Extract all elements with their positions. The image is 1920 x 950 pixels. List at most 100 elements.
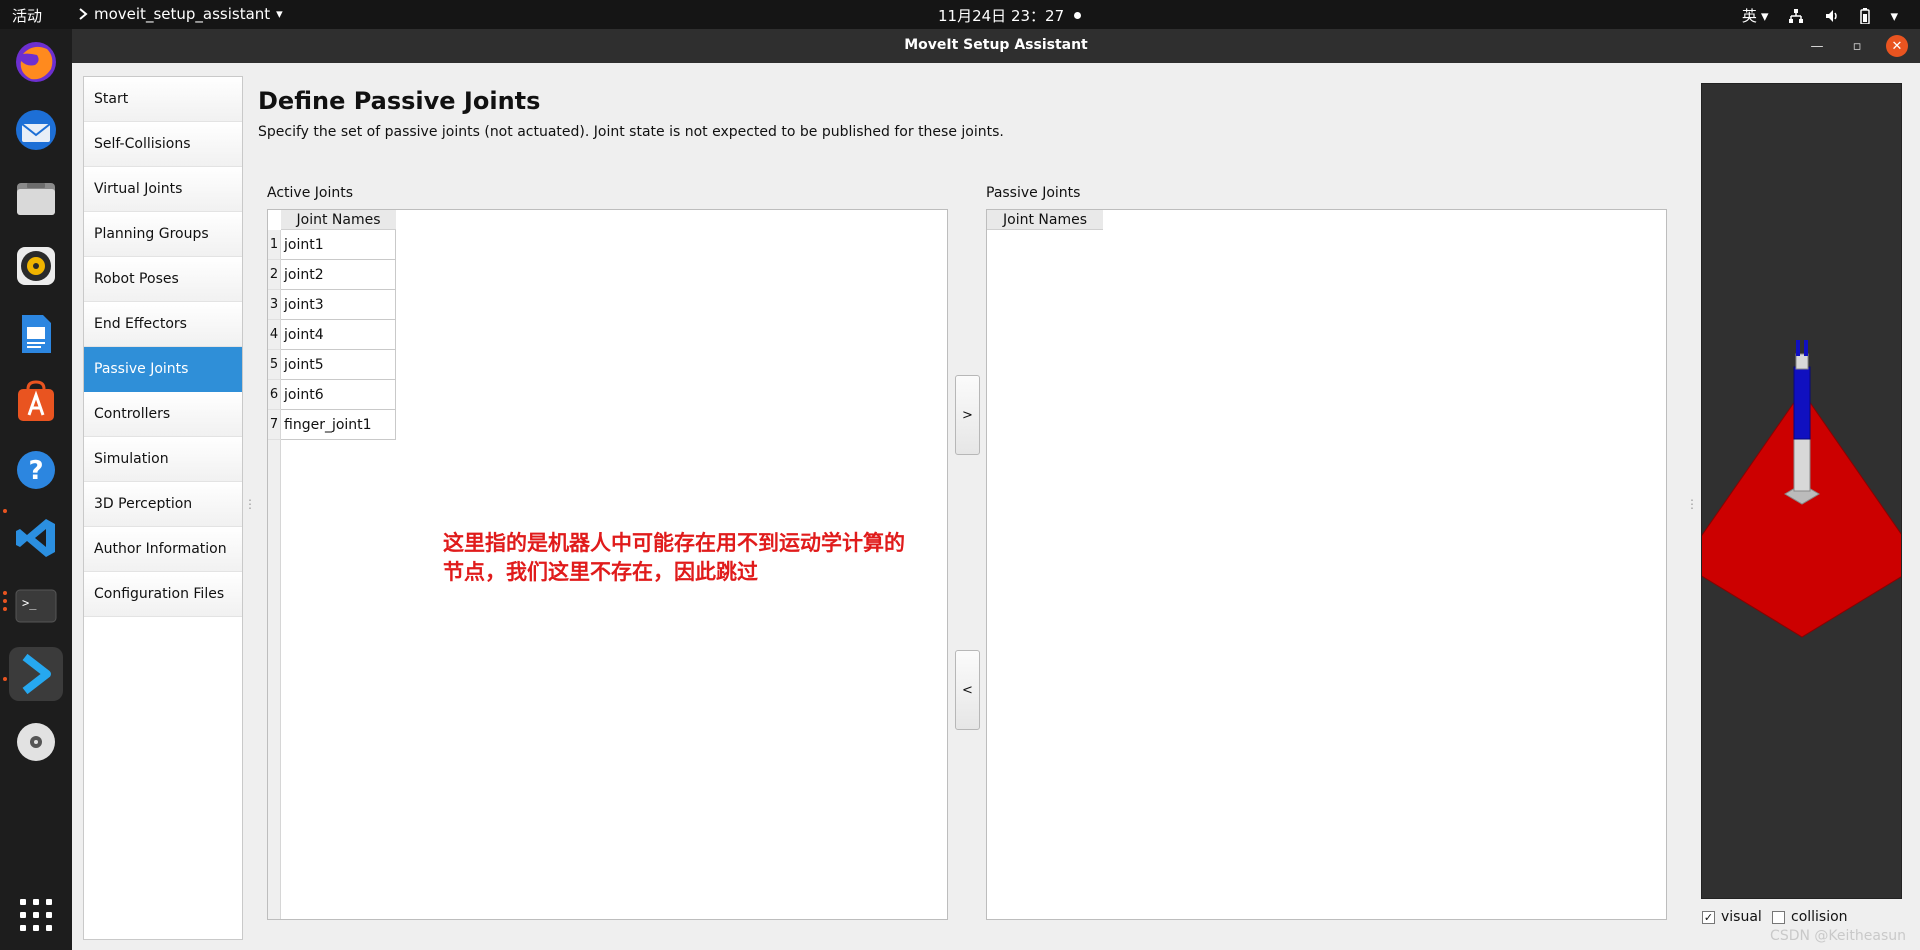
network-icon[interactable] bbox=[1788, 8, 1804, 24]
nav-item-robot-poses[interactable]: Robot Poses bbox=[84, 257, 242, 302]
nav-item-start[interactable]: Start bbox=[84, 77, 242, 122]
rhythmbox-icon[interactable] bbox=[9, 239, 63, 293]
app-menu-label: moveit_setup_assistant bbox=[94, 5, 271, 23]
table-row[interactable]: 1 joint1 bbox=[268, 230, 396, 260]
nav-item-3d-perception[interactable]: 3D Perception bbox=[84, 482, 242, 527]
nav-item-end-effectors[interactable]: End Effectors bbox=[84, 302, 242, 347]
show-applications-icon[interactable] bbox=[20, 899, 52, 931]
nav-item-virtual-joints[interactable]: Virtual Joints bbox=[84, 167, 242, 212]
minimize-icon[interactable]: — bbox=[1806, 35, 1828, 57]
vscode-icon[interactable] bbox=[9, 511, 63, 565]
close-icon[interactable]: ✕ bbox=[1886, 35, 1908, 57]
window-title: MoveIt Setup Assistant bbox=[904, 37, 1088, 53]
power-menu-caret-icon[interactable]: ▾ bbox=[1890, 7, 1898, 25]
row-number: 6 bbox=[268, 380, 281, 410]
moveit-setup-window: MoveIt Setup Assistant — ▫ ✕ Start Self-… bbox=[72, 29, 1920, 950]
window-titlebar[interactable]: MoveIt Setup Assistant — ▫ ✕ bbox=[72, 29, 1920, 63]
table-row[interactable]: 5 joint5 bbox=[268, 350, 396, 380]
table-row[interactable]: 3 joint3 bbox=[268, 290, 396, 320]
passive-joints-label: Passive Joints bbox=[986, 185, 1081, 201]
activities-button[interactable]: 活动 bbox=[12, 5, 42, 26]
visual-checkbox[interactable]: ✓ bbox=[1702, 910, 1715, 924]
terminal-icon[interactable]: >_ bbox=[9, 579, 63, 633]
robot-3d-viewer[interactable] bbox=[1701, 83, 1902, 899]
moveit-assistant-icon[interactable] bbox=[9, 647, 63, 701]
nav-item-self-collisions[interactable]: Self-Collisions bbox=[84, 122, 242, 167]
maximize-icon[interactable]: ▫ bbox=[1846, 35, 1868, 57]
robot-gripper-right bbox=[1804, 340, 1808, 356]
joint-name-cell[interactable]: finger_joint1 bbox=[281, 410, 396, 440]
row-number: 5 bbox=[268, 350, 281, 380]
table-row[interactable]: 2 joint2 bbox=[268, 260, 396, 290]
joint-name-cell[interactable]: joint1 bbox=[281, 230, 396, 260]
annotation-line-1: 这里指的是机器人中可能存在用不到运动学计算的 bbox=[443, 531, 905, 555]
active-joints-label: Active Joints bbox=[267, 185, 353, 201]
joint-name-cell[interactable]: joint4 bbox=[281, 320, 396, 350]
clock[interactable]: 11月24日 23：27 bbox=[938, 5, 1082, 26]
remove-passive-joint-button[interactable]: < bbox=[955, 650, 980, 730]
row-number: 7 bbox=[268, 410, 281, 440]
running-indicator bbox=[3, 607, 7, 611]
nav-item-simulation[interactable]: Simulation bbox=[84, 437, 242, 482]
thunderbird-icon[interactable] bbox=[9, 103, 63, 157]
page-title: Define Passive Joints bbox=[258, 87, 541, 115]
software-center-icon[interactable] bbox=[9, 375, 63, 429]
nav-splitter-handle[interactable]: ⋮ bbox=[244, 497, 256, 511]
visual-label: visual bbox=[1721, 909, 1762, 925]
nav-item-passive-joints[interactable]: Passive Joints bbox=[84, 347, 242, 392]
nav-item-planning-groups[interactable]: Planning Groups bbox=[84, 212, 242, 257]
collision-checkbox[interactable] bbox=[1772, 910, 1785, 924]
row-number: 1 bbox=[268, 230, 281, 260]
joint-name-cell[interactable]: joint2 bbox=[281, 260, 396, 290]
viewer-splitter-handle[interactable]: ⋮ bbox=[1686, 497, 1698, 511]
robot-link-upper bbox=[1795, 353, 1809, 370]
page-description: Specify the set of passive joints (not a… bbox=[258, 124, 1004, 140]
active-joints-column-header[interactable]: Joint Names bbox=[281, 210, 396, 230]
table-row[interactable]: 7 finger_joint1 bbox=[268, 410, 396, 440]
passive-joints-column-header[interactable]: Joint Names bbox=[987, 210, 1103, 230]
row-number: 2 bbox=[268, 260, 281, 290]
disc-icon[interactable] bbox=[9, 715, 63, 769]
input-method-indicator[interactable]: 英 ▾ bbox=[1742, 5, 1769, 26]
firefox-icon[interactable] bbox=[9, 35, 63, 89]
clock-label: 11月24日 23：27 bbox=[938, 7, 1065, 25]
app-chevron-icon bbox=[79, 8, 88, 20]
passive-joints-table[interactable]: Joint Names bbox=[986, 209, 1667, 920]
help-icon[interactable]: ? bbox=[9, 443, 63, 497]
setup-steps-nav: Start Self-Collisions Virtual Joints Pla… bbox=[83, 76, 243, 940]
row-number: 3 bbox=[268, 290, 281, 320]
svg-text:?: ? bbox=[28, 456, 43, 486]
nav-item-configuration-files[interactable]: Configuration Files bbox=[84, 572, 242, 617]
joint-name-cell[interactable]: joint5 bbox=[281, 350, 396, 380]
add-passive-joint-button[interactable]: > bbox=[955, 375, 980, 455]
joint-name-cell[interactable]: joint3 bbox=[281, 290, 396, 320]
running-indicator bbox=[3, 677, 7, 681]
libreoffice-writer-icon[interactable] bbox=[9, 307, 63, 361]
robot-scene bbox=[1702, 340, 1901, 638]
notification-dot-icon bbox=[1074, 12, 1082, 19]
row-number: 4 bbox=[268, 320, 281, 350]
top-bar: 活动 moveit_setup_assistant ▾ 11月24日 23：27… bbox=[0, 0, 1920, 29]
files-icon[interactable] bbox=[9, 171, 63, 225]
svg-text:>_: >_ bbox=[22, 596, 37, 610]
watermark: CSDN @Keitheasun bbox=[1770, 928, 1906, 944]
nav-item-author-information[interactable]: Author Information bbox=[84, 527, 242, 572]
caret-down-icon: ▾ bbox=[1760, 6, 1769, 25]
joint-name-cell[interactable]: joint6 bbox=[281, 380, 396, 410]
nav-item-controllers[interactable]: Controllers bbox=[84, 392, 242, 437]
caret-down-icon: ▾ bbox=[276, 6, 283, 22]
window-controls: — ▫ ✕ bbox=[1806, 35, 1908, 57]
robot-link-lower bbox=[1793, 438, 1811, 492]
system-tray: 英 ▾ ▾ bbox=[1742, 5, 1898, 26]
collision-toggle[interactable]: collision bbox=[1772, 909, 1848, 925]
running-indicator bbox=[3, 509, 7, 513]
volume-icon[interactable] bbox=[1824, 8, 1840, 24]
annotation-text: 这里指的是机器人中可能存在用不到运动学计算的 节点，我们这里不存在，因此跳过 bbox=[443, 529, 963, 587]
table-row[interactable]: 6 joint6 bbox=[268, 380, 396, 410]
running-indicator bbox=[3, 599, 7, 603]
visual-toggle[interactable]: ✓ visual bbox=[1702, 909, 1762, 925]
table-row[interactable]: 4 joint4 bbox=[268, 320, 396, 350]
robot-gripper-left bbox=[1796, 340, 1800, 356]
battery-icon[interactable] bbox=[1860, 7, 1871, 24]
app-menu[interactable]: moveit_setup_assistant ▾ bbox=[78, 5, 283, 23]
